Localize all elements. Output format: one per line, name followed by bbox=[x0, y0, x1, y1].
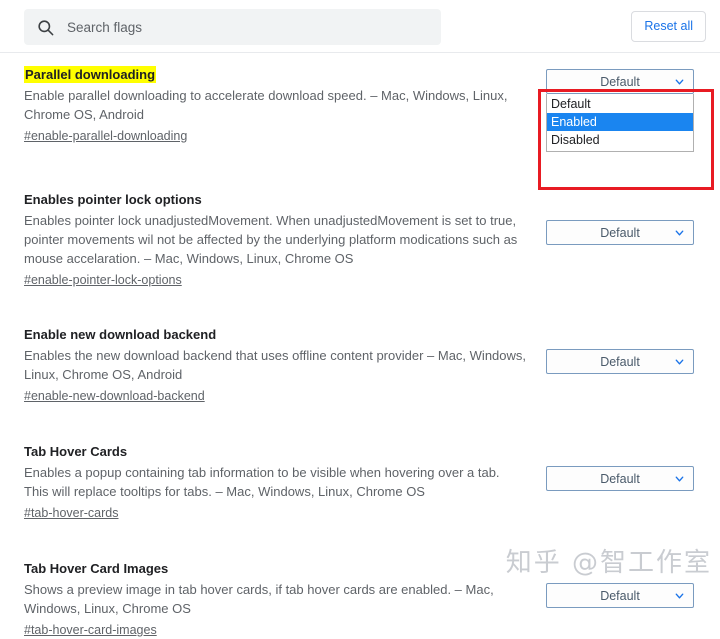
flags-toolbar: Reset all bbox=[0, 0, 720, 53]
flag-select-button[interactable]: Default bbox=[546, 69, 694, 94]
chevron-down-icon bbox=[675, 229, 684, 236]
reset-all-button[interactable]: Reset all bbox=[631, 11, 706, 42]
flag-info: Tab Hover Cards Enables a popup containi… bbox=[24, 443, 536, 522]
flag-select-wrapper: Default bbox=[546, 583, 694, 608]
flag-row: Enable new download backend Enables the … bbox=[0, 299, 720, 415]
flag-control: Default bbox=[536, 326, 706, 374]
flag-select-wrapper: Default Default Enabled Disabled bbox=[546, 69, 694, 152]
flag-description: Enables pointer lock unadjustedMovement.… bbox=[24, 213, 518, 266]
flag-select-button[interactable]: Default bbox=[546, 466, 694, 491]
flag-select-button[interactable]: Default bbox=[546, 220, 694, 245]
select-option-enabled[interactable]: Enabled bbox=[547, 113, 693, 131]
search-icon bbox=[38, 19, 54, 35]
flag-description: Shows a preview image in tab hover cards… bbox=[24, 582, 494, 616]
flag-select-button[interactable]: Default bbox=[546, 349, 694, 374]
flag-title: Tab Hover Card Images bbox=[24, 561, 169, 576]
watermark: 知乎 @智工作室 bbox=[505, 548, 712, 578]
flag-control: Default Default Enabled Disabled bbox=[536, 66, 706, 152]
chevron-down-icon bbox=[675, 475, 684, 482]
flag-description: Enables the new download backend that us… bbox=[24, 348, 527, 382]
flag-id-link[interactable]: #enable-pointer-lock-options bbox=[24, 271, 182, 289]
flag-select-wrapper: Default bbox=[546, 466, 694, 491]
flag-control: Default bbox=[536, 191, 706, 245]
select-option-default[interactable]: Default bbox=[547, 95, 693, 113]
flag-id-link[interactable]: #enable-parallel-downloading bbox=[24, 127, 187, 145]
flag-title: Tab Hover Cards bbox=[24, 444, 128, 459]
flag-title: Parallel downloading bbox=[24, 66, 157, 83]
flag-description: Enables a popup containing tab informati… bbox=[24, 465, 500, 499]
chevron-down-icon bbox=[675, 592, 684, 599]
flag-description: Enable parallel downloading to accelerat… bbox=[24, 88, 508, 122]
flag-info: Tab Hover Card Images Shows a preview im… bbox=[24, 560, 536, 639]
search-input[interactable] bbox=[67, 19, 407, 35]
flag-select-options[interactable]: Default Enabled Disabled bbox=[546, 94, 694, 152]
flag-info: Parallel downloading Enable parallel dow… bbox=[24, 66, 536, 145]
flag-select-value: Default bbox=[600, 354, 640, 369]
flag-info: Enables pointer lock options Enables poi… bbox=[24, 191, 536, 289]
flag-row: Parallel downloading Enable parallel dow… bbox=[0, 66, 720, 161]
flag-id-link[interactable]: #tab-hover-cards bbox=[24, 504, 119, 522]
chevron-down-icon bbox=[675, 78, 684, 85]
flag-title: Enables pointer lock options bbox=[24, 192, 202, 207]
flag-row: Enables pointer lock options Enables poi… bbox=[0, 161, 720, 299]
flag-select-button[interactable]: Default bbox=[546, 583, 694, 608]
search-box[interactable] bbox=[24, 9, 441, 45]
flag-control: Default bbox=[536, 443, 706, 491]
flag-row: Tab Hover Cards Enables a popup containi… bbox=[0, 415, 720, 532]
flag-title: Enable new download backend bbox=[24, 327, 217, 342]
flag-info: Enable new download backend Enables the … bbox=[24, 326, 536, 405]
flag-select-wrapper: Default bbox=[546, 349, 694, 374]
flag-id-link[interactable]: #tab-hover-card-images bbox=[24, 621, 157, 639]
chevron-down-icon bbox=[675, 358, 684, 365]
flag-select-value: Default bbox=[600, 471, 640, 486]
flag-select-value: Default bbox=[600, 225, 640, 240]
flag-id-link[interactable]: #enable-new-download-backend bbox=[24, 387, 205, 405]
select-option-disabled[interactable]: Disabled bbox=[547, 131, 693, 149]
flag-select-value: Default bbox=[600, 74, 640, 89]
flag-select-wrapper: Default bbox=[546, 220, 694, 245]
